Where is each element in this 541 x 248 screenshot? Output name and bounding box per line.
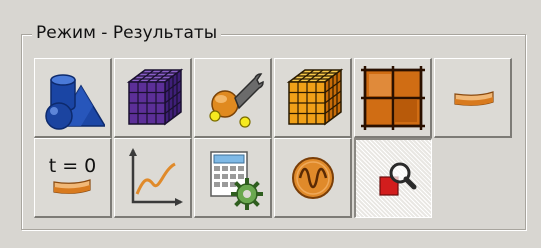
initial-state-label: t = 0 — [48, 154, 97, 177]
results-cube-icon — [286, 68, 343, 125]
deformed-shape-icon — [453, 90, 494, 106]
solver-settings-icon — [208, 72, 264, 128]
graph-plot-icon — [128, 147, 183, 206]
grid-plane-button[interactable] — [354, 58, 432, 138]
oscillation-button[interactable] — [274, 138, 352, 218]
graph-button[interactable] — [114, 138, 192, 218]
initial-state-button[interactable]: t = 0 — [34, 138, 112, 218]
mesh-button[interactable] — [114, 58, 192, 138]
mesh-cube-icon — [126, 68, 183, 125]
geometry-button[interactable] — [34, 58, 112, 138]
grid-plane-icon — [360, 65, 425, 130]
initial-state-icon: t = 0 — [48, 154, 97, 198]
zoom-probe-icon — [378, 162, 416, 196]
results-mode-panel: Режим - Результаты t = 0 — [0, 0, 541, 248]
calculator-settings-button[interactable] — [194, 138, 272, 218]
groupbox-title: Режим - Результаты — [32, 21, 222, 45]
deformed-shape-button[interactable] — [434, 58, 512, 138]
calculator-settings-icon — [209, 150, 263, 210]
initial-state-plate-icon — [53, 178, 92, 194]
results-button[interactable] — [274, 58, 352, 138]
solver-settings-button[interactable] — [194, 58, 272, 138]
geometry-shapes-icon — [44, 73, 105, 130]
oscillation-icon — [291, 156, 334, 199]
zoom-probe-button[interactable] — [354, 138, 432, 218]
